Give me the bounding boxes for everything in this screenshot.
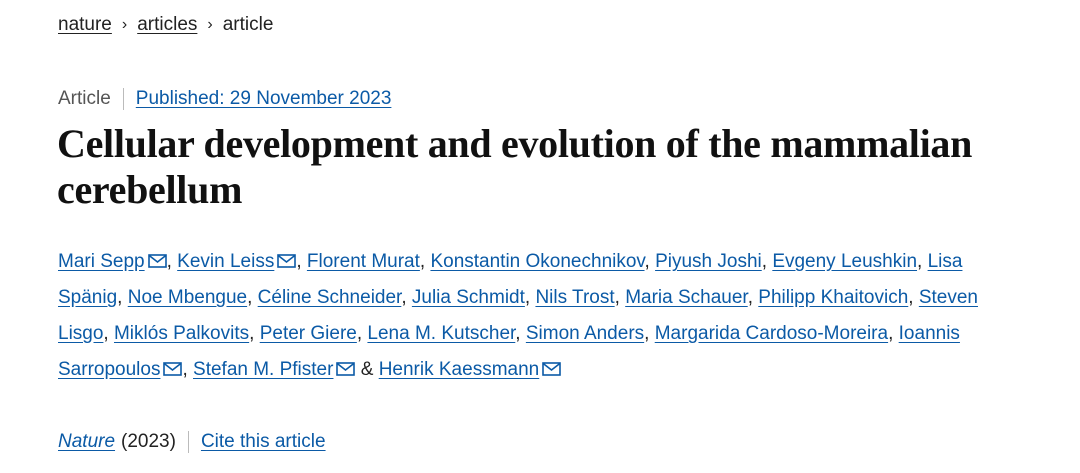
breadcrumb-articles[interactable]: articles: [137, 14, 197, 36]
author-item: Noe Mbengue,: [128, 287, 258, 308]
chevron-right-icon: ›: [207, 16, 213, 33]
author-separator: ,: [166, 251, 178, 272]
author-item: Julia Schmidt,: [412, 287, 536, 308]
author-item: Mari Sepp,: [58, 251, 177, 272]
author-name-link[interactable]: Noe Mbengue: [128, 287, 247, 308]
author-name-link[interactable]: Philipp Khaitovich: [758, 287, 908, 308]
envelope-icon[interactable]: [336, 362, 356, 376]
author-name-link[interactable]: Miklós Palkovits: [114, 323, 249, 344]
author-separator: ,: [614, 287, 626, 308]
author-name-link[interactable]: Konstantin Okonechnikov: [430, 251, 644, 272]
author-item: Simon Anders,: [526, 323, 655, 344]
breadcrumb-current: article: [222, 14, 274, 35]
author-item: Céline Schneider,: [258, 287, 412, 308]
author-separator: ,: [401, 287, 412, 308]
citation-line: Nature (2023) Cite this article: [58, 431, 326, 453]
author-separator: ,: [644, 251, 656, 272]
envelope-icon[interactable]: [542, 362, 562, 376]
author-item: Philipp Khaitovich,: [758, 287, 919, 308]
envelope-icon[interactable]: [147, 254, 167, 268]
author-item: Stefan M. Pfister &: [193, 359, 379, 380]
journal-link[interactable]: Nature: [58, 431, 115, 453]
envelope-icon[interactable]: [277, 254, 297, 268]
chevron-right-icon: ›: [121, 16, 128, 33]
author-separator: ,: [419, 251, 431, 272]
author-separator: ,: [747, 287, 759, 308]
author-separator: ,: [103, 323, 114, 344]
author-separator: ,: [917, 251, 928, 272]
author-separator: ,: [761, 251, 773, 272]
author-item: Florent Murat,: [307, 251, 431, 272]
breadcrumb: nature › articles › article: [58, 14, 273, 36]
breadcrumb-nature[interactable]: nature: [58, 14, 112, 36]
author-separator: &: [355, 359, 379, 380]
author-name-link[interactable]: Julia Schmidt: [412, 287, 525, 308]
author-separator: ,: [249, 323, 260, 344]
author-name-link[interactable]: Florent Murat: [307, 251, 420, 272]
article-title: Cellular development and evolution of th…: [57, 121, 973, 212]
author-item: Konstantin Okonechnikov,: [430, 251, 655, 272]
author-item: Evgeny Leushkin,: [772, 251, 927, 272]
author-separator: ,: [247, 287, 258, 308]
author-name-link[interactable]: Henrik Kaessmann: [379, 359, 540, 380]
article-meta: Article Published: 29 November 2023: [58, 88, 391, 110]
author-list: Mari Sepp, Kevin Leiss, Florent Murat, K…: [58, 244, 1048, 388]
author-item: Nils Trost,: [535, 287, 625, 308]
author-item: Miklós Palkovits,: [114, 323, 260, 344]
published-date-link[interactable]: Published: 29 November 2023: [136, 88, 392, 110]
author-name-link[interactable]: Mari Sepp: [58, 251, 145, 272]
author-separator: ,: [888, 323, 899, 344]
cite-this-article-link[interactable]: Cite this article: [201, 431, 326, 453]
author-item: Henrik Kaessmann: [379, 359, 562, 380]
envelope-icon[interactable]: [163, 362, 183, 376]
author-separator: ,: [524, 287, 536, 308]
author-separator: ,: [515, 323, 526, 344]
author-item: Peter Giere,: [260, 323, 368, 344]
author-separator: ,: [117, 287, 128, 308]
author-name-link[interactable]: Nils Trost: [535, 287, 614, 308]
author-item: Margarida Cardoso-Moreira,: [655, 323, 899, 344]
author-separator: ,: [644, 323, 655, 344]
author-name-link[interactable]: Simon Anders: [526, 323, 644, 344]
author-item: Maria Schauer,: [625, 287, 758, 308]
author-item: Piyush Joshi,: [655, 251, 772, 272]
author-name-link[interactable]: Kevin Leiss: [177, 251, 274, 272]
author-name-link[interactable]: Evgeny Leushkin: [772, 251, 917, 272]
author-name-link[interactable]: Stefan M. Pfister: [193, 359, 333, 380]
author-name-link[interactable]: Piyush Joshi: [655, 251, 762, 272]
author-name-link[interactable]: Margarida Cardoso-Moreira: [655, 323, 888, 344]
author-item: Kevin Leiss,: [177, 251, 307, 272]
author-separator: ,: [908, 287, 919, 308]
author-separator: ,: [182, 359, 194, 380]
article-type: Article: [58, 88, 111, 109]
author-item: Lena M. Kutscher,: [367, 323, 525, 344]
author-name-link[interactable]: Peter Giere: [260, 323, 357, 344]
divider: [187, 431, 189, 453]
divider: [122, 88, 124, 110]
author-name-link[interactable]: Lena M. Kutscher: [367, 323, 515, 344]
author-separator: ,: [356, 323, 368, 344]
author-separator: ,: [296, 251, 307, 272]
publication-year: (2023): [121, 431, 176, 452]
author-name-link[interactable]: Maria Schauer: [625, 287, 748, 308]
author-name-link[interactable]: Céline Schneider: [258, 287, 402, 308]
